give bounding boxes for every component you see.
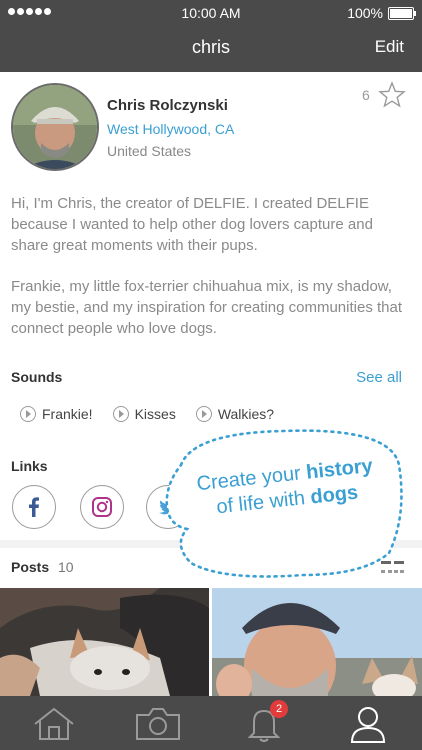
avatar[interactable] <box>11 83 99 171</box>
battery-icon <box>388 6 416 20</box>
post-thumbnail[interactable] <box>212 588 422 696</box>
instagram-link[interactable] <box>80 485 124 529</box>
status-bar: 10:00 AM 100% <box>0 0 422 24</box>
battery-indicator: 100% <box>347 5 416 21</box>
battery-percent: 100% <box>347 5 383 21</box>
posts-count: 10 <box>58 559 74 575</box>
facebook-icon <box>29 497 39 517</box>
links-title: Links <box>11 458 48 474</box>
user-icon <box>350 707 386 743</box>
tab-bar <box>0 696 422 750</box>
profile-city-link[interactable]: West Hollywood, CA <box>107 121 234 137</box>
sound-label: Kisses <box>134 406 176 422</box>
home-icon <box>34 707 74 740</box>
play-icon <box>112 406 129 422</box>
tab-profile[interactable] <box>344 704 392 744</box>
post-thumbnail[interactable] <box>0 588 209 696</box>
navigation-bar: chris Edit <box>0 24 422 72</box>
play-icon <box>195 406 212 422</box>
see-all-sounds-link[interactable]: See all <box>356 369 402 386</box>
sound-item[interactable]: Walkies? <box>195 406 275 422</box>
play-icon <box>20 406 36 422</box>
star-icon[interactable] <box>378 81 406 109</box>
posts-title: Posts <box>11 559 50 575</box>
bio-paragraph: Frankie, my little fox-terrier chihuahua… <box>11 278 403 337</box>
promo-line2-bold: dogs <box>309 481 360 509</box>
tab-camera[interactable] <box>134 704 182 744</box>
selfie-photo <box>212 588 422 696</box>
camera-icon <box>136 708 180 740</box>
tab-home[interactable] <box>30 704 78 744</box>
profile-country: United States <box>107 143 192 159</box>
star-count: 6 <box>362 87 370 103</box>
sound-item[interactable]: Frankie! <box>20 406 93 422</box>
notification-badge: 2 <box>270 700 288 718</box>
edit-button[interactable]: Edit <box>375 37 404 57</box>
instagram-icon <box>92 497 112 517</box>
sound-label: Walkies? <box>217 406 275 422</box>
promo-line1-bold: history <box>305 454 374 484</box>
facebook-link[interactable] <box>12 485 56 529</box>
sounds-title: Sounds <box>11 369 63 385</box>
page-title: chris <box>191 37 230 57</box>
sounds-list: Frankie! Kisses Walkies? <box>20 406 274 422</box>
dog-photo <box>0 588 209 696</box>
profile-bio: Hi, I'm Chris, the creator of DELFIE. I … <box>11 193 413 359</box>
profile-name: Chris Rolczynski <box>107 97 228 114</box>
bio-paragraph: Hi, I'm Chris, the creator of DELFIE. I … <box>11 195 373 254</box>
sound-label: Frankie! <box>42 406 93 422</box>
sound-item[interactable]: Kisses <box>112 406 176 422</box>
